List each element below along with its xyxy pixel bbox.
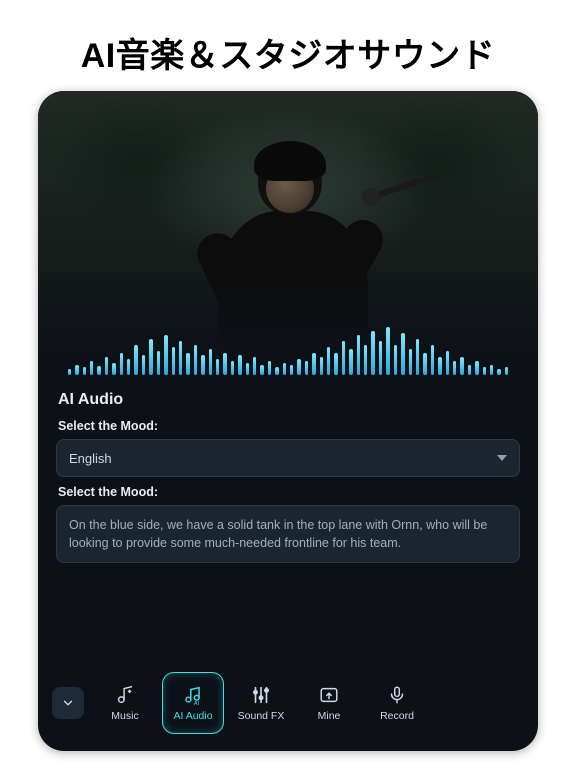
language-select[interactable]: English xyxy=(56,439,520,477)
chevron-down-icon xyxy=(497,455,507,461)
tab-ai-audio[interactable]: AI AI Audio xyxy=(162,672,224,734)
collapse-button[interactable] xyxy=(52,687,84,719)
tab-label: AI Audio xyxy=(173,710,212,722)
page-headline: AI音楽＆スタジオサウンド xyxy=(81,28,496,77)
mood-label-1: Select the Mood: xyxy=(58,419,520,433)
prompt-textarea[interactable]: On the blue side, we have a solid tank i… xyxy=(56,505,520,563)
tab-sound-fx[interactable]: Sound FX xyxy=(230,672,292,734)
panel-title: AI Audio xyxy=(58,391,520,409)
language-select-value: English xyxy=(69,451,112,466)
microphone-icon xyxy=(386,684,408,706)
tab-label: Mine xyxy=(318,710,341,722)
device-frame: AI Audio Select the Mood: English Select… xyxy=(38,91,538,751)
category-tabs: Music AI AI Audio Sound FX Mine Record xyxy=(94,672,428,734)
hero-image xyxy=(38,91,538,381)
bottom-bar: Music AI AI Audio Sound FX Mine Record xyxy=(38,665,538,751)
tab-label: Sound FX xyxy=(238,710,285,722)
waveform xyxy=(38,309,538,375)
svg-text:AI: AI xyxy=(194,701,200,706)
ai-audio-panel: AI Audio Select the Mood: English Select… xyxy=(38,381,538,665)
tab-mine[interactable]: Mine xyxy=(298,672,360,734)
chevron-down-icon xyxy=(61,696,75,710)
image-upload-icon xyxy=(318,684,340,706)
music-ai-icon xyxy=(114,684,136,706)
tab-record[interactable]: Record xyxy=(366,672,428,734)
tab-music[interactable]: Music xyxy=(94,672,156,734)
tab-label: Music xyxy=(111,710,138,722)
mood-label-2: Select the Mood: xyxy=(58,485,520,499)
tab-label: Record xyxy=(380,710,414,722)
equalizer-icon xyxy=(250,684,272,706)
music-note-ai-icon: AI xyxy=(182,684,204,706)
